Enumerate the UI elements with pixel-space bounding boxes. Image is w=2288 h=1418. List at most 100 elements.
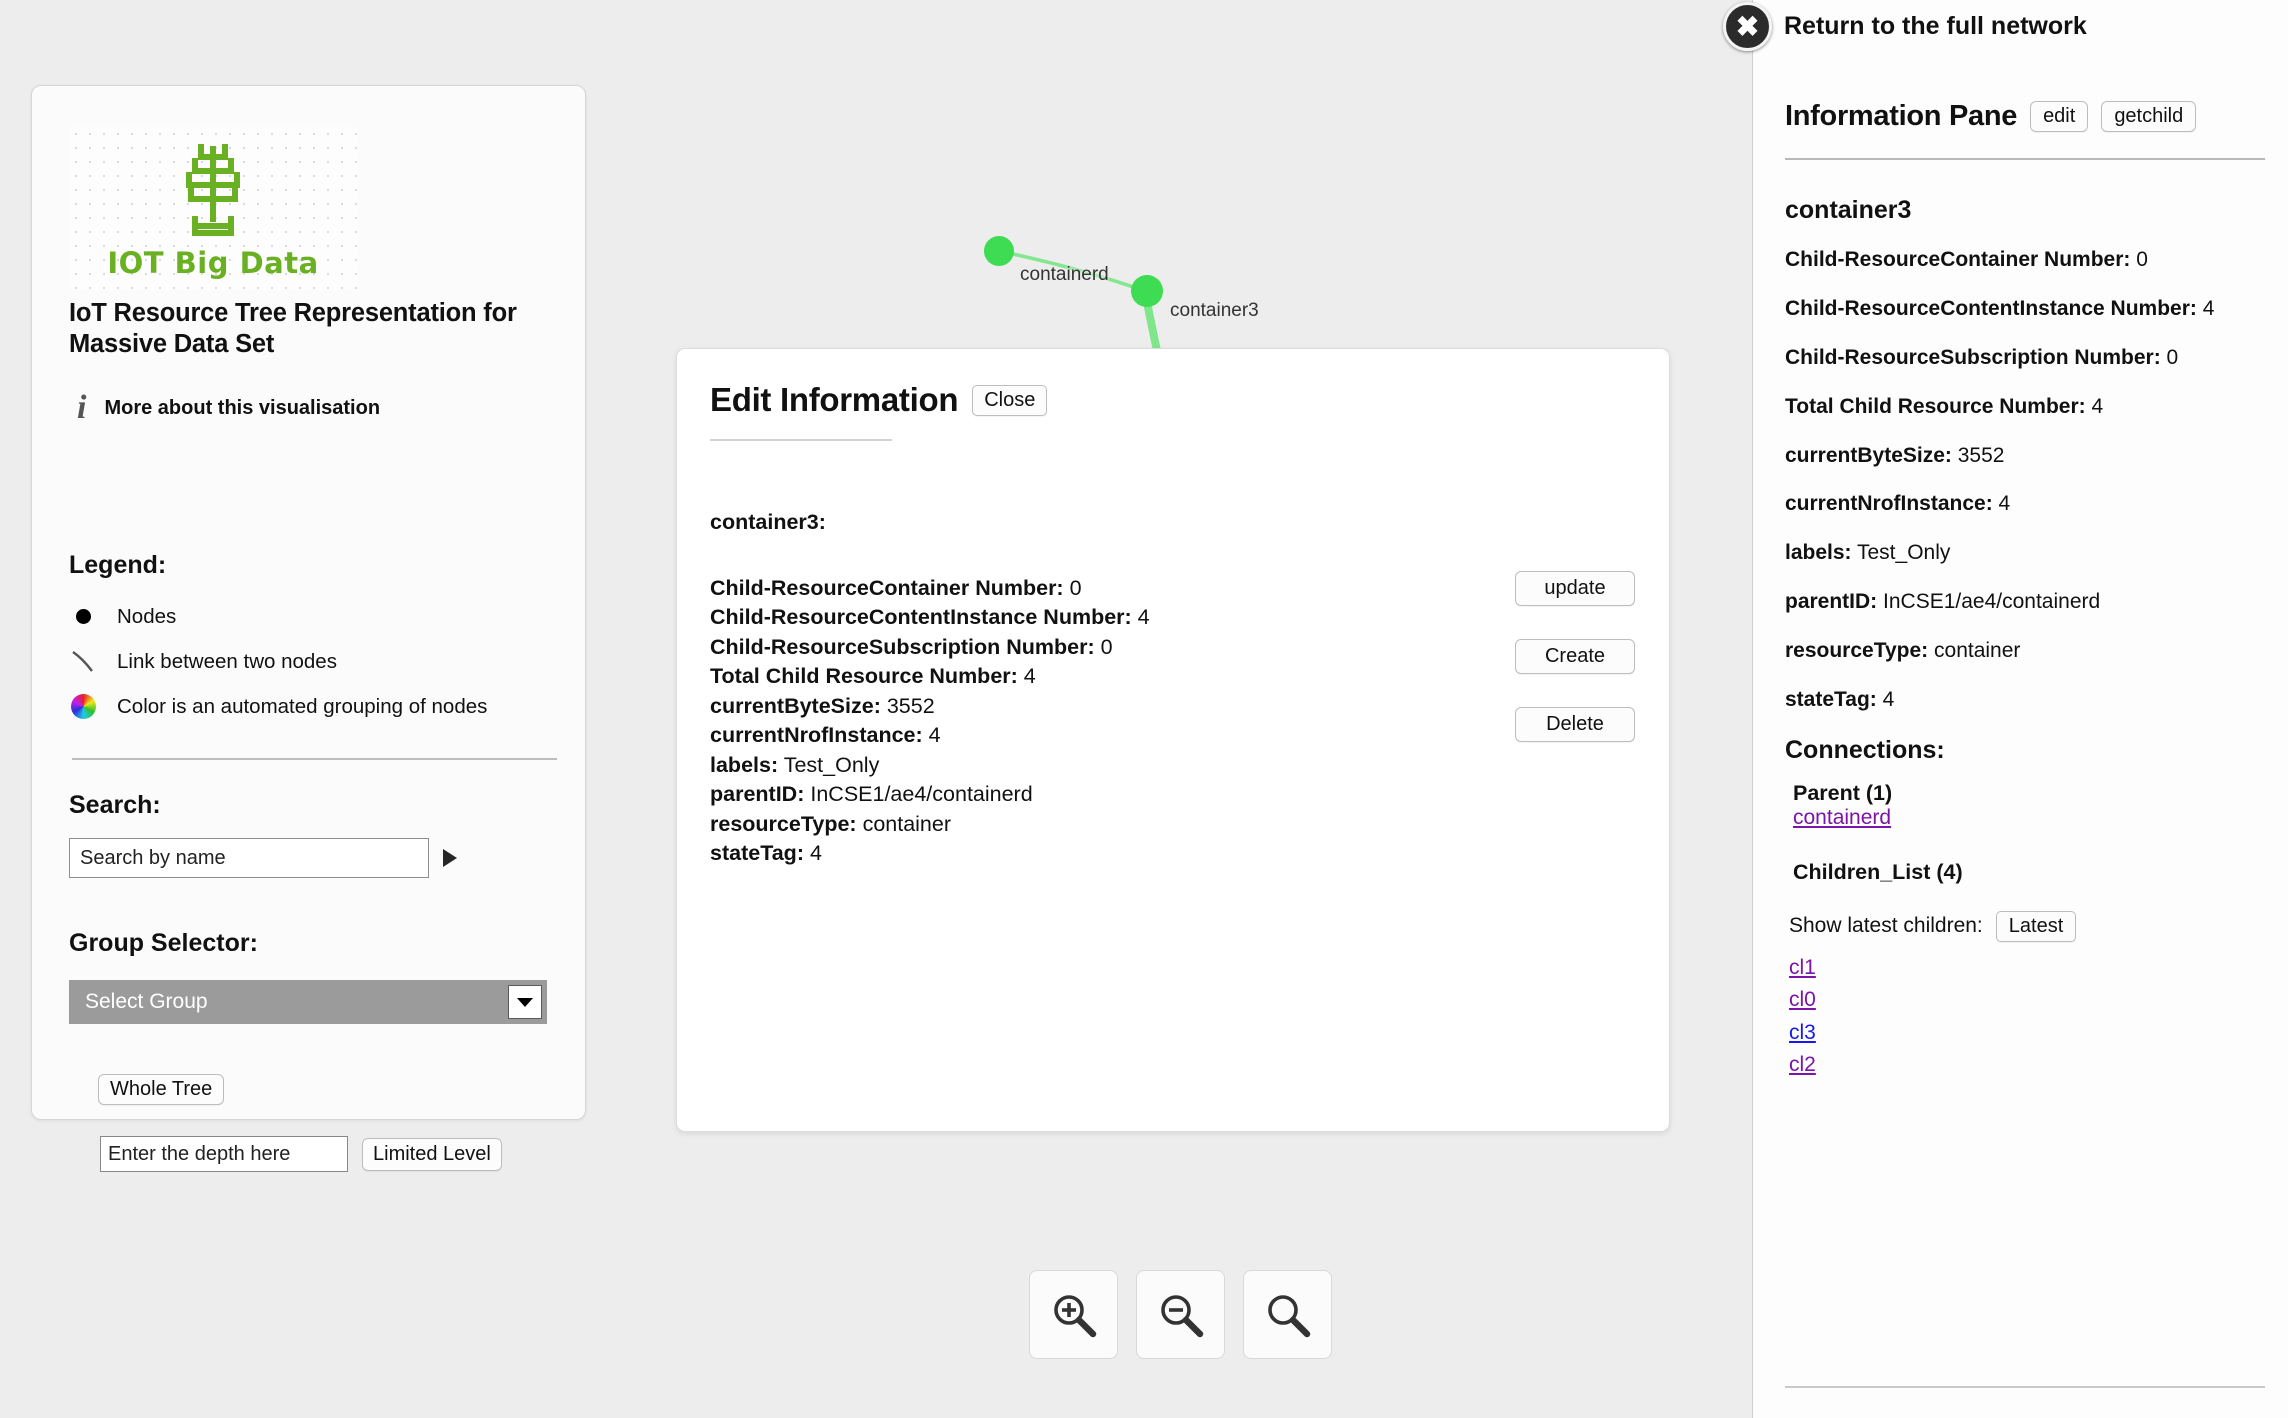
edit-node-name: container3: xyxy=(710,510,826,534)
pane-field-key: labels: xyxy=(1785,541,1852,565)
connections-heading: Connections: xyxy=(1785,735,1945,764)
control-panel: IOT Big Data IoT Resource Tree Represent… xyxy=(31,85,586,1172)
pane-field-key: Total Child Resource Number: xyxy=(1785,394,2086,418)
pane-field: resourceType: container xyxy=(1785,638,2267,665)
zoom-in-button[interactable] xyxy=(1029,1270,1118,1359)
chevron-down-icon[interactable] xyxy=(508,985,542,1019)
latest-button[interactable]: Latest xyxy=(1995,910,2077,942)
children-heading: Children_List (4) xyxy=(1793,859,1963,884)
pane-field-value: 0 xyxy=(2136,248,2148,271)
zoom-out-button[interactable] xyxy=(1136,1270,1225,1359)
edit-field-value: 4 xyxy=(809,841,822,865)
link-line-icon xyxy=(69,649,97,675)
graph-node xyxy=(984,236,1014,266)
logo-text: IOT Big Data xyxy=(107,246,319,280)
pane-field-value: 3552 xyxy=(1957,443,2005,467)
legend-item-color: Color is an automated grouping of nodes xyxy=(69,684,539,729)
legend-label-nodes: Nodes xyxy=(117,604,177,628)
pane-field: labels: Test_Only xyxy=(1785,540,2267,567)
edit-field: currentByteSize: 3552 xyxy=(710,692,1150,722)
delete-button[interactable]: Delete xyxy=(1515,707,1635,742)
edit-field: resourceType: container xyxy=(710,810,1150,840)
edit-field-key: currentByteSize: xyxy=(710,693,881,718)
legend-label-color: Color is an automated grouping of nodes xyxy=(117,694,488,718)
pane-field: Child-ResourceContainer Number: 0 xyxy=(1785,247,2267,274)
search-heading: Search: xyxy=(69,791,161,819)
close-button[interactable]: Close xyxy=(972,384,1048,416)
close-x-icon[interactable]: ✖ xyxy=(1723,2,1772,51)
edit-field-key: stateTag: xyxy=(710,841,804,865)
group-selector-dropdown[interactable]: Select Group xyxy=(69,980,547,1024)
edit-field-value: 4 xyxy=(1023,664,1036,688)
edit-field: stateTag: 4 xyxy=(710,839,1150,869)
edit-field: currentNrofInstance: 4 xyxy=(710,721,1150,751)
getchild-button[interactable]: getchild xyxy=(2101,101,2197,132)
more-about-link[interactable]: i More about this visualisation xyxy=(69,391,380,425)
pane-field-key: resourceType: xyxy=(1785,639,1929,662)
tree-logo-icon xyxy=(186,144,240,236)
edit-field-value: 0 xyxy=(1100,634,1113,659)
edit-field-value: container xyxy=(862,811,952,836)
depth-input[interactable] xyxy=(100,1136,348,1172)
depth-controls: Limited Level xyxy=(100,1136,502,1172)
pane-field: Child-ResourceSubscription Number: 0 xyxy=(1785,345,2267,372)
show-latest-children-row: Show latest children: Latest xyxy=(1789,910,2267,942)
edit-button[interactable]: edit xyxy=(2030,101,2089,132)
whole-tree-button[interactable]: Whole Tree xyxy=(98,1074,225,1105)
page-title: IoT Resource Tree Representation for Mas… xyxy=(69,299,517,359)
pane-field-value: InCSE1/ae4/containerd xyxy=(1883,590,2101,614)
edit-field-key: labels: xyxy=(710,752,779,777)
pane-field-value: 4 xyxy=(1998,492,2011,516)
pane-field: stateTag: 4 xyxy=(1785,687,2267,714)
edit-field: Total Child Resource Number: 4 xyxy=(710,662,1150,692)
edit-field-key: parentID: xyxy=(710,782,805,806)
information-pane-header: Information Pane edit getchild xyxy=(1785,100,2197,133)
edit-panel-title: Edit Information xyxy=(710,381,959,418)
pane-field: Child-ResourceContentInstance Number: 4 xyxy=(1785,296,2267,323)
edit-field: Child-ResourceContentInstance Number: 4 xyxy=(710,603,1150,633)
children-links-list: cl1 cl0 cl3 cl2 xyxy=(1789,952,2267,1082)
pane-field-value: 4 xyxy=(1882,687,1895,711)
update-button[interactable]: update xyxy=(1515,571,1635,606)
search-submit-icon[interactable] xyxy=(443,849,457,867)
edit-field: Child-ResourceContainer Number: 0 xyxy=(710,574,1150,604)
edit-field-key: currentNrofInstance: xyxy=(710,723,923,747)
child-link-cl0[interactable]: cl0 xyxy=(1789,984,2267,1017)
return-label: Return to the full network xyxy=(1784,12,2087,40)
information-pane-body: container3 Child-ResourceContainer Numbe… xyxy=(1785,196,2267,1082)
edit-field-value: InCSE1/ae4/containerd xyxy=(810,782,1033,806)
pane-field-key: currentNrofInstance: xyxy=(1785,492,1993,516)
pane-field-value: 0 xyxy=(2166,345,2179,369)
pane-field-value: 4 xyxy=(2202,296,2215,320)
child-link-cl1[interactable]: cl1 xyxy=(1789,952,2267,985)
search-input[interactable] xyxy=(69,838,429,878)
create-button[interactable]: Create xyxy=(1515,639,1635,674)
edit-panel-rule xyxy=(710,439,892,441)
pane-field-key: parentID: xyxy=(1785,590,1878,614)
legend-heading: Legend: xyxy=(69,551,167,579)
pane-field: parentID: InCSE1/ae4/containerd xyxy=(1785,589,2267,616)
pane-field-key: currentByteSize: xyxy=(1785,443,1952,467)
pane-field-value: Test_Only xyxy=(1857,541,1951,565)
pane-field-value: container xyxy=(1934,639,2021,662)
color-wheel-icon xyxy=(69,694,97,719)
graph-node-label: container3 xyxy=(1170,300,1259,321)
information-pane: ✖ Return to the full network Information… xyxy=(1723,0,2288,1418)
info-icon: i xyxy=(77,389,87,426)
information-pane-rule xyxy=(1785,158,2265,160)
pane-field: Total Child Resource Number: 4 xyxy=(1785,394,2267,421)
app-root: IOT Big Data IoT Resource Tree Represent… xyxy=(0,0,2288,1418)
limited-level-button[interactable]: Limited Level xyxy=(362,1137,502,1171)
child-link-cl3[interactable]: cl3 xyxy=(1789,1017,2267,1050)
child-link-cl2[interactable]: cl2 xyxy=(1789,1049,2267,1082)
zoom-reset-button[interactable] xyxy=(1243,1270,1332,1359)
magnifier-minus-icon xyxy=(1160,1294,1203,1337)
show-latest-label: Show latest children: xyxy=(1789,914,1983,938)
edit-field: labels: Test_Only xyxy=(710,751,1150,781)
edit-field-key: Child-ResourceContentInstance Number: xyxy=(710,605,1132,629)
parent-link[interactable]: containerd xyxy=(1793,806,2267,830)
group-selector-value: Select Group xyxy=(85,990,208,1013)
edit-panel-body: container3: Child-ResourceContainer Numb… xyxy=(710,510,1150,869)
pane-field-key: stateTag: xyxy=(1785,687,1877,711)
return-to-network[interactable]: ✖ Return to the full network xyxy=(1723,2,2087,51)
